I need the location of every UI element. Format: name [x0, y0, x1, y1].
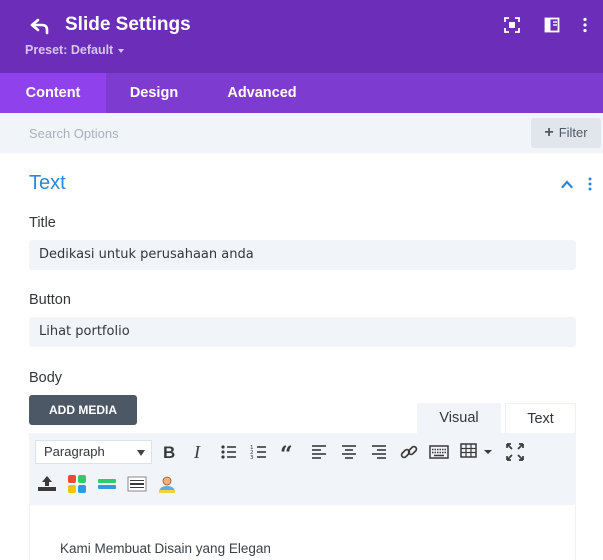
divider-icon[interactable]	[97, 474, 117, 494]
horizontal-line-icon[interactable]	[127, 474, 147, 494]
text-tab[interactable]: Text	[505, 403, 576, 433]
search-bar: + Filter	[0, 113, 603, 153]
link-icon[interactable]	[399, 442, 419, 462]
svg-text:I: I	[193, 442, 201, 462]
tab-content[interactable]: Content	[0, 73, 106, 113]
fullscreen-icon[interactable]	[504, 17, 520, 33]
split-view-icon[interactable]	[544, 17, 560, 33]
filter-label: Filter	[558, 125, 588, 140]
button-input[interactable]: Lihat portfolio	[29, 317, 576, 347]
editor-toolbar: Paragraph B I 1 2 3 “	[29, 433, 576, 505]
modal-title: Slide Settings	[65, 14, 191, 35]
search-options-input[interactable]	[29, 113, 509, 153]
editor-content-area[interactable]: Kami Membuat Disain yang Elegan	[29, 505, 576, 560]
caret-down-icon	[118, 48, 125, 53]
title-input[interactable]: Dedikasi untuk perusahaan anda	[29, 240, 576, 270]
svg-text:“: “	[280, 442, 293, 462]
fullscreen-editor-icon[interactable]	[505, 442, 525, 462]
svg-text:B: B	[163, 443, 175, 462]
insert-more-icon[interactable]	[37, 474, 57, 494]
preset-label: Preset: Default	[25, 43, 114, 57]
tab-advanced[interactable]: Advanced	[212, 73, 312, 113]
numbered-list-icon[interactable]: 1 2 3	[249, 442, 269, 462]
back-arrow-icon[interactable]	[30, 16, 50, 36]
align-center-icon[interactable]	[339, 442, 359, 462]
plus-icon: +	[544, 124, 554, 141]
bullet-list-icon[interactable]	[219, 442, 239, 462]
section-title[interactable]: Text	[29, 172, 66, 195]
settings-tabs: Content Design Advanced	[0, 73, 603, 113]
settings-header: Slide Settings Preset: Default	[0, 0, 603, 73]
align-left-icon[interactable]	[309, 442, 329, 462]
visual-tab[interactable]: Visual	[417, 403, 501, 433]
shortcodes-icon[interactable]	[67, 474, 87, 494]
svg-text:3: 3	[250, 455, 254, 461]
bold-icon[interactable]: B	[159, 442, 179, 462]
format-select-value: Paragraph	[44, 444, 105, 459]
keyboard-icon[interactable]	[429, 442, 449, 462]
blockquote-icon[interactable]: “	[279, 442, 299, 462]
preset-selector[interactable]: Preset: Default	[25, 43, 125, 57]
table-icon[interactable]	[459, 441, 495, 461]
align-right-icon[interactable]	[369, 442, 389, 462]
user-profile-icon[interactable]	[157, 474, 177, 494]
editor-body-text: Kami Membuat Disain yang Elegan	[60, 541, 271, 556]
format-select[interactable]: Paragraph	[35, 440, 152, 464]
add-media-button[interactable]: ADD MEDIA	[29, 395, 137, 425]
italic-icon[interactable]: I	[189, 442, 209, 462]
button-label: Button	[29, 292, 71, 308]
caret-down-icon	[137, 450, 145, 456]
tab-design[interactable]: Design	[106, 73, 202, 113]
more-options-icon[interactable]	[577, 17, 593, 33]
filter-button[interactable]: + Filter	[531, 118, 601, 148]
chevron-up-icon[interactable]	[561, 179, 573, 189]
body-label: Body	[29, 370, 63, 386]
title-label: Title	[29, 215, 56, 231]
section-menu-icon[interactable]	[588, 177, 592, 191]
